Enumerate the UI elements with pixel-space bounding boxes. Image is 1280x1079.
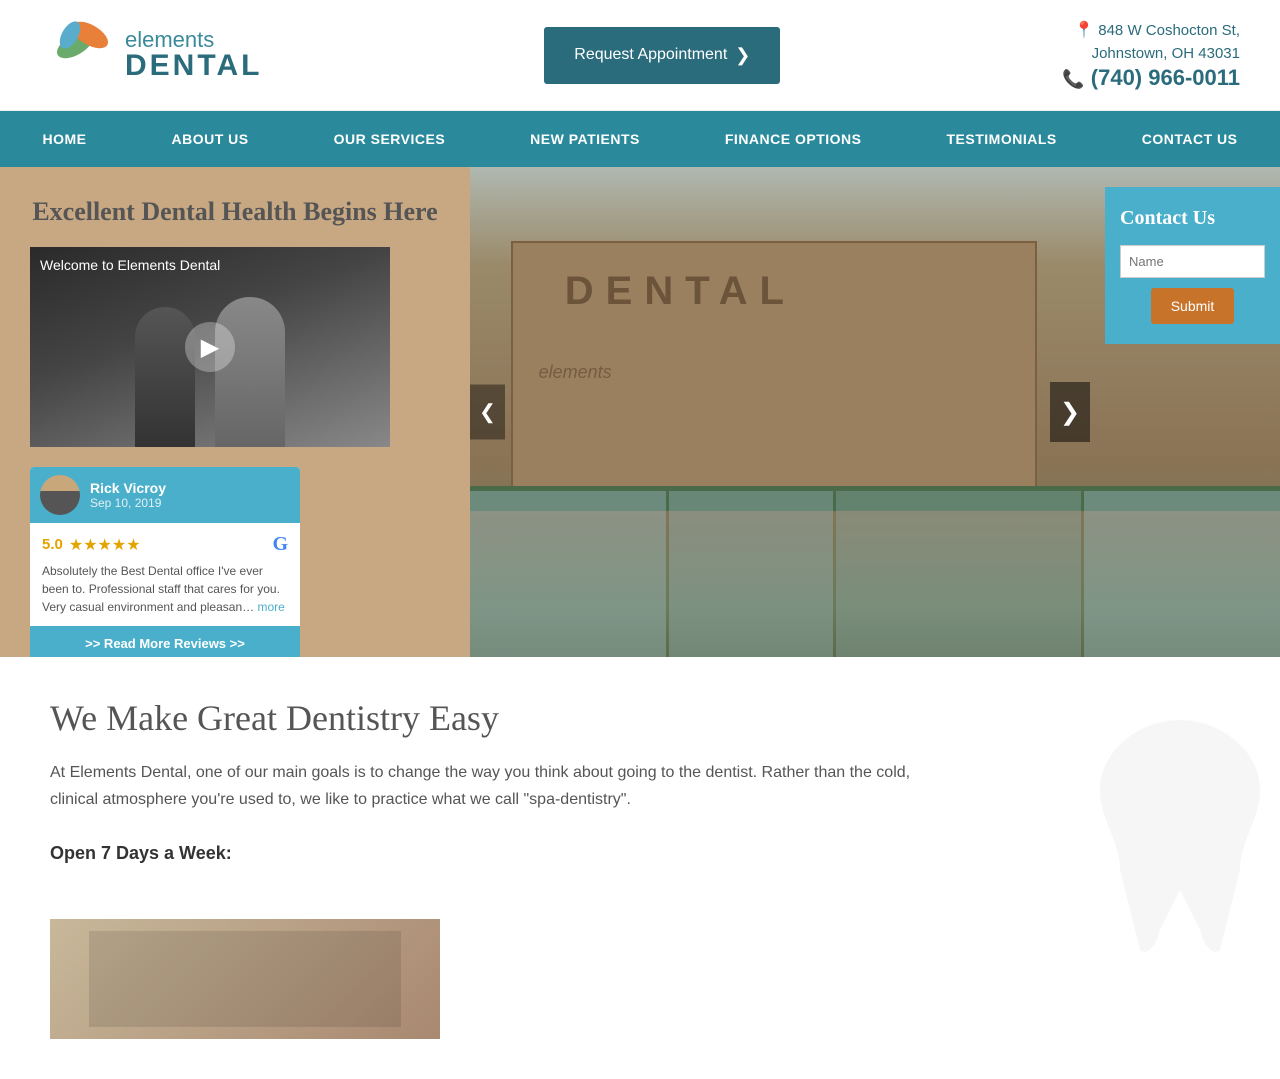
main-nav: HOME ABOUT US OUR SERVICES NEW PATIENTS … (0, 111, 1280, 167)
contact-name-input[interactable] (1120, 245, 1265, 278)
address-block: 📍 848 W Coshocton St, Johnstown, OH 4303… (1062, 19, 1240, 66)
brand-name: elements DENTAL (125, 29, 262, 81)
review-header: Rick Vicroy Sep 10, 2019 (30, 467, 300, 523)
content-body: At Elements Dental, one of our main goal… (50, 759, 950, 813)
logo: elements DENTAL (40, 15, 262, 95)
address-line2: Johnstown, OH 43031 (1092, 45, 1240, 62)
reviewer-name: Rick Vicroy (90, 480, 166, 496)
nav-item-services[interactable]: OUR SERVICES (324, 111, 456, 167)
nav-item-contact[interactable]: CONTACT US (1132, 111, 1248, 167)
contact-panel: Contact Us Submit (1105, 187, 1280, 344)
reviewer-avatar (40, 475, 80, 515)
hero-prev-arrow[interactable]: ❮ (470, 385, 505, 440)
read-more-reviews-button[interactable]: >> Read More Reviews >> (30, 626, 300, 657)
contact-info: 📍 848 W Coshocton St, Johnstown, OH 4303… (1062, 19, 1240, 92)
request-appointment-button[interactable]: Request Appointment ❯ (544, 27, 780, 84)
play-button[interactable]: ▶ (185, 322, 235, 372)
phone-icon: 📞 (1062, 69, 1084, 89)
nav-item-new-patients[interactable]: NEW PATIENTS (520, 111, 650, 167)
nav-item-finance[interactable]: FINANCE OPTIONS (715, 111, 872, 167)
hero-next-arrow[interactable]: ❯ (1050, 382, 1090, 442)
review-text: Absolutely the Best Dental office I've e… (42, 562, 288, 616)
hero-left-panel: Excellent Dental Health Begins Here Welc… (0, 167, 470, 657)
contact-submit-button[interactable]: Submit (1151, 288, 1235, 324)
logo-leaf-icon (40, 15, 120, 95)
video-label: Welcome to Elements Dental (40, 257, 220, 273)
review-rating: 5.0 ★★★★★ G (42, 533, 288, 556)
phone-number: 📞 (740) 966-0011 (1062, 65, 1240, 91)
review-card: Rick Vicroy Sep 10, 2019 5.0 ★★★★★ G Abs… (30, 467, 300, 657)
chevron-right-icon: ❯ (735, 45, 750, 66)
rating-stars: ★★★★★ (69, 535, 141, 555)
main-content: We Make Great Dentistry Easy At Elements… (0, 657, 1280, 919)
nav-item-testimonials[interactable]: TESTIMONIALS (937, 111, 1067, 167)
google-icon: G (272, 533, 288, 556)
nav-item-about[interactable]: ABOUT US (162, 111, 259, 167)
bottom-row (0, 919, 1280, 1079)
video-thumbnail[interactable]: Welcome to Elements Dental ▶ (30, 247, 390, 447)
reviewer-date: Sep 10, 2019 (90, 496, 166, 510)
nav-item-home[interactable]: HOME (33, 111, 97, 167)
open-days-label: Open 7 Days a Week: (50, 843, 1230, 864)
hero-section: Excellent Dental Health Begins Here Welc… (0, 167, 1280, 657)
hero-title: Excellent Dental Health Begins Here (30, 197, 440, 227)
contact-panel-title: Contact Us (1120, 207, 1265, 230)
reviewer-info: Rick Vicroy Sep 10, 2019 (90, 480, 166, 510)
content-title: We Make Great Dentistry Easy (50, 697, 1230, 739)
review-body: 5.0 ★★★★★ G Absolutely the Best Dental o… (30, 523, 300, 626)
appt-button-label: Request Appointment (574, 46, 727, 64)
pin-icon: 📍 (1074, 22, 1094, 39)
rating-number: 5.0 (42, 536, 63, 553)
bottom-image (50, 919, 440, 1039)
address-line1: 848 W Coshocton St, (1098, 22, 1240, 39)
site-header: elements DENTAL Request Appointment ❯ 📍 … (0, 0, 1280, 111)
review-more-link[interactable]: more (257, 600, 284, 614)
hero-building-image: DENTAL elements ❯ Contact Us (470, 167, 1280, 657)
